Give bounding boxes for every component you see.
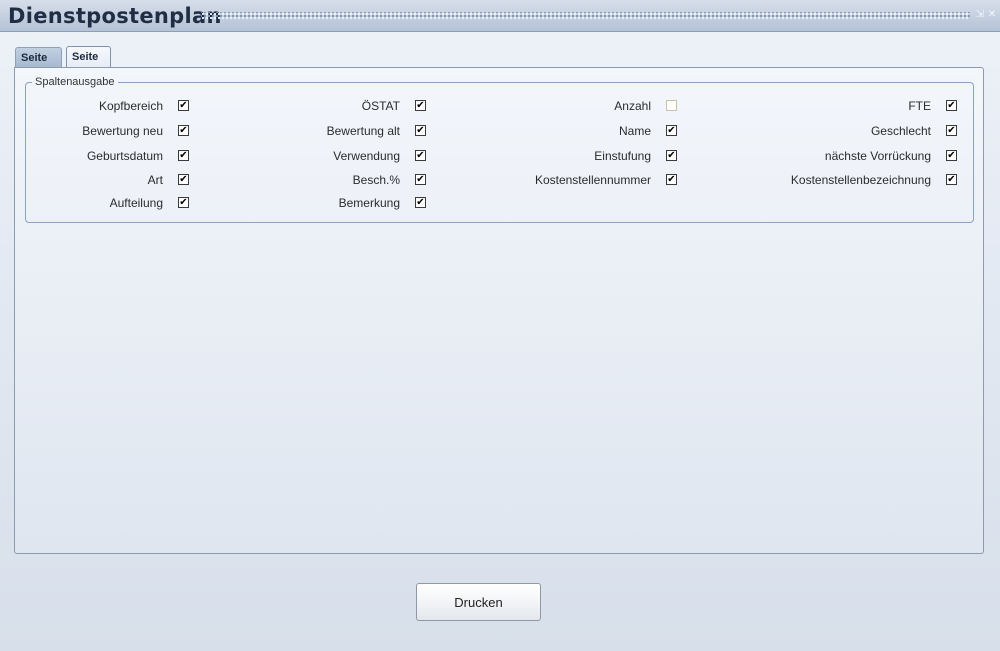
option-label: Geschlecht: [870, 124, 931, 138]
checkbox-fte[interactable]: ✔: [946, 100, 957, 111]
checkmark-icon: ✔: [947, 150, 956, 161]
checkbox-naechste-vorrueckung[interactable]: ✔: [946, 150, 957, 161]
option-label: Bemerkung: [338, 196, 400, 210]
checkmark-icon: ✔: [947, 174, 956, 185]
checkbox-bemerkung[interactable]: ✔: [415, 197, 426, 208]
checkbox-geschlecht[interactable]: ✔: [946, 125, 957, 136]
option-naechste-vorrueckung: nächste Vorrückung ✔: [26, 148, 957, 164]
option-bemerkung: Bemerkung ✔: [26, 195, 426, 211]
option-kostenstellenbezeichnung: Kostenstellenbezeichnung ✔: [26, 172, 957, 188]
tab-seite-2[interactable]: Seite 2: [66, 46, 111, 83]
option-label: nächste Vorrückung: [824, 149, 931, 163]
checkmark-icon: ✔: [947, 100, 956, 111]
option-label: Kostenstellenbezeichnung: [790, 173, 931, 187]
checkmark-icon: ✔: [416, 197, 425, 208]
title-bar-pattern[interactable]: [201, 12, 970, 19]
tab-seite-1[interactable]: Seite 1: [15, 47, 62, 84]
group-legend: Spaltenausgabe: [32, 75, 118, 89]
title-bar: Dienstpostenplan ⇲ ✕: [0, 0, 1000, 32]
close-icon[interactable]: ✕: [987, 9, 997, 21]
print-button[interactable]: Drucken: [416, 583, 541, 621]
option-geschlecht: Geschlecht ✔: [26, 123, 957, 139]
minimize-icon[interactable]: ⇲: [975, 9, 985, 21]
window-title: Dienstpostenplan: [8, 4, 222, 28]
checkmark-icon: ✔: [947, 125, 956, 136]
option-fte: FTE ✔: [26, 98, 957, 114]
option-label: FTE: [908, 99, 931, 113]
tab-panel: Spaltenausgabe Kopfbereich ✔ ÖSTAT ✔ Anz…: [14, 67, 984, 554]
checkbox-kostenstellenbezeichnung[interactable]: ✔: [946, 174, 957, 185]
column-output-group: Spaltenausgabe Kopfbereich ✔ ÖSTAT ✔ Anz…: [25, 75, 974, 223]
